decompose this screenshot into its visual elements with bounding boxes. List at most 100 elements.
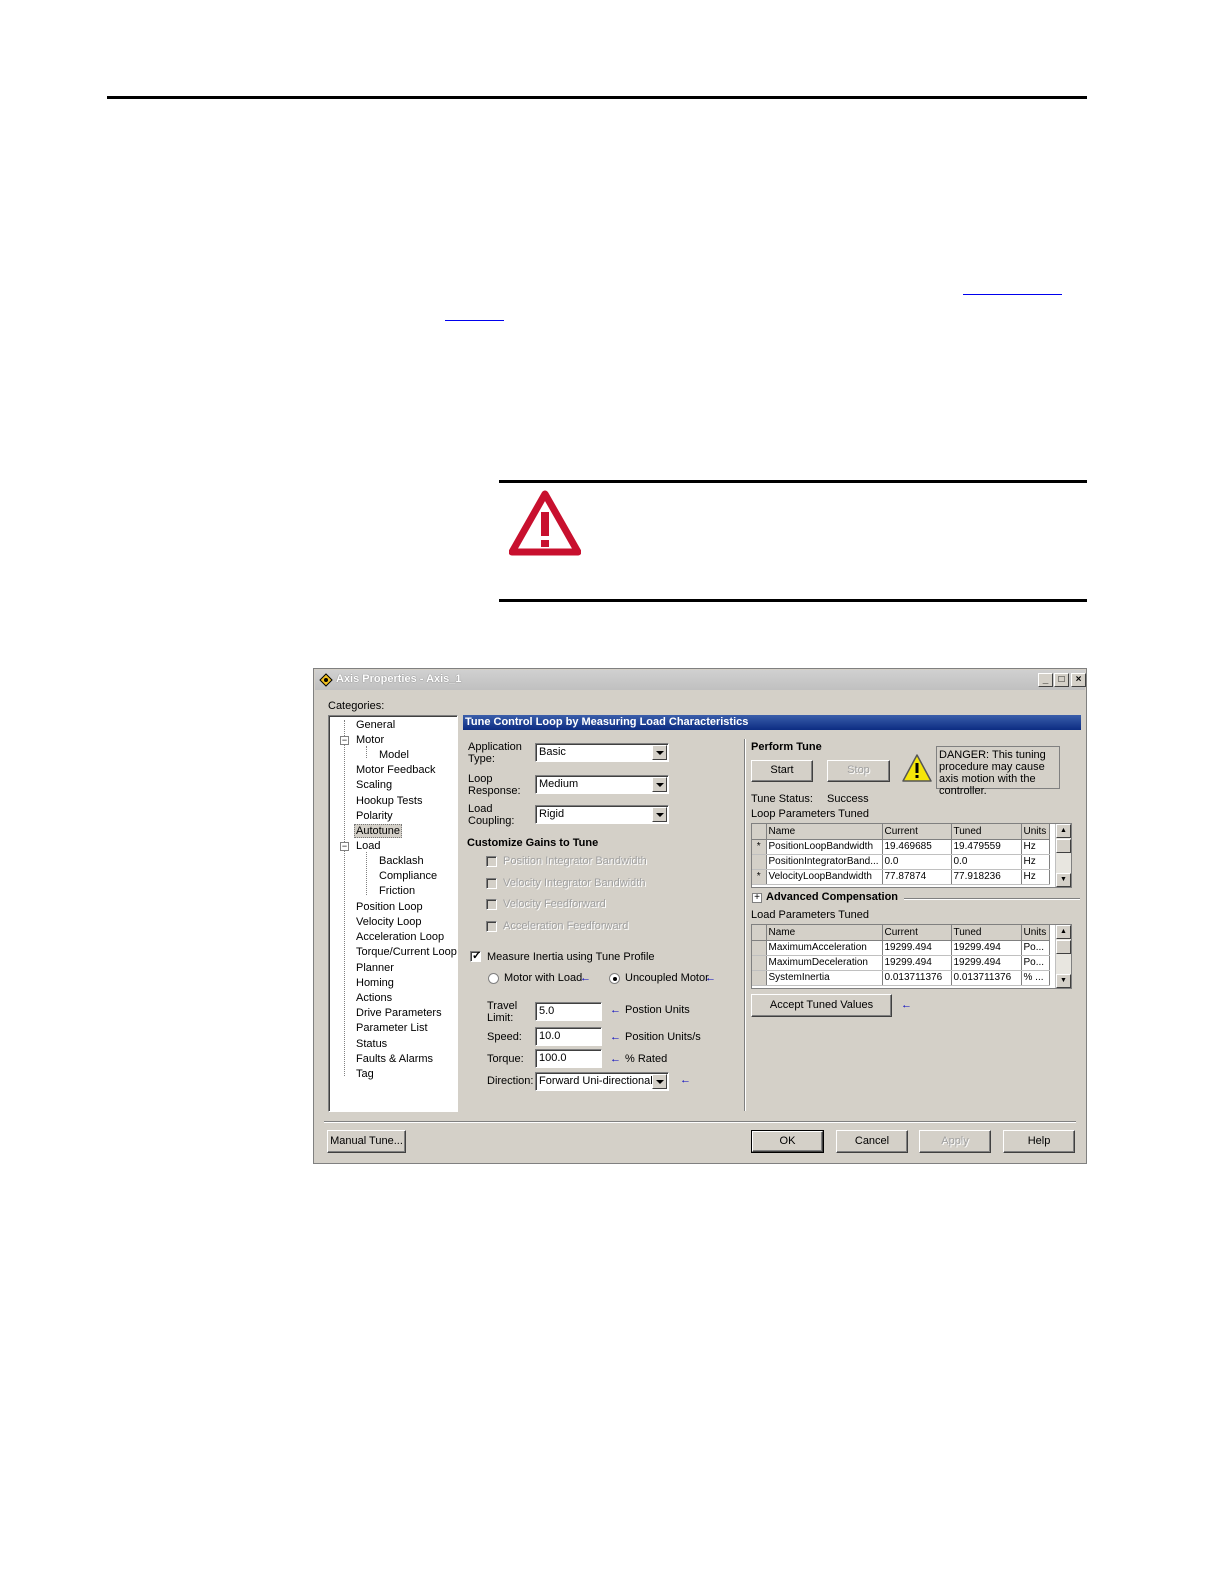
tree-item-polarity[interactable]: Polarity xyxy=(356,810,393,822)
scroll-up-icon[interactable]: ▲ xyxy=(1056,925,1071,939)
categories-tree[interactable]: − − General Motor Model Motor Feedback S… xyxy=(328,715,458,1112)
tree-item-acceleration-loop[interactable]: Acceleration Loop xyxy=(356,931,444,943)
tree-item-friction[interactable]: Friction xyxy=(379,885,415,897)
row-mark xyxy=(752,970,767,986)
loop-params-scrollbar[interactable]: ▲ ▼ xyxy=(1055,824,1071,887)
speed-value: 10.0 xyxy=(539,1030,561,1042)
manual-tune-button[interactable]: Manual Tune... xyxy=(327,1130,406,1153)
motor-with-load-label[interactable]: Motor with Load xyxy=(504,972,582,984)
scroll-up-icon[interactable]: ▲ xyxy=(1056,824,1071,838)
scroll-thumb[interactable] xyxy=(1056,940,1071,954)
tree-item-torque-current-loop[interactable]: Torque/Current Loop xyxy=(356,946,457,958)
help-button[interactable]: Help xyxy=(1003,1130,1075,1153)
collapse-motor-icon[interactable]: − xyxy=(340,736,349,745)
arrow-left-icon: ← xyxy=(610,1031,621,1043)
uncoupled-motor-label[interactable]: Uncoupled Motor xyxy=(625,972,709,984)
tree-item-load[interactable]: Load xyxy=(356,840,380,852)
apply-button[interactable]: Apply xyxy=(919,1130,991,1153)
table-row[interactable]: SystemInertia 0.013711376 0.013711376 % … xyxy=(752,970,1050,986)
tree-item-hookup-tests[interactable]: Hookup Tests xyxy=(356,795,422,807)
chevron-down-icon[interactable] xyxy=(652,807,667,822)
hyperlink-underline[interactable] xyxy=(963,294,1062,295)
uncoupled-motor-radio[interactable] xyxy=(609,973,620,984)
tree-item-model[interactable]: Model xyxy=(379,749,409,761)
column-header-units[interactable]: Units xyxy=(1021,925,1050,941)
tree-item-actions[interactable]: Actions xyxy=(356,992,392,1004)
tree-guide xyxy=(366,746,367,758)
footer-separator xyxy=(324,1121,1076,1123)
table-row[interactable]: PositionIntegratorBand... 0.0 0.0 Hz xyxy=(752,854,1050,870)
row-mark: * xyxy=(752,869,767,885)
tree-item-velocity-loop[interactable]: Velocity Loop xyxy=(356,916,421,928)
attention-rule-top xyxy=(499,480,1087,483)
tree-item-parameter-list[interactable]: Parameter List xyxy=(356,1022,428,1034)
hyperlink-underline[interactable] xyxy=(445,320,504,321)
loop-response-select[interactable]: Medium xyxy=(535,775,669,794)
tree-item-planner[interactable]: Planner xyxy=(356,962,394,974)
scroll-thumb[interactable] xyxy=(1056,839,1071,853)
expand-advanced-icon[interactable]: + xyxy=(752,893,762,903)
collapse-load-icon[interactable]: − xyxy=(340,842,349,851)
maximize-button[interactable]: □ xyxy=(1054,673,1069,687)
ok-button[interactable]: OK xyxy=(751,1130,824,1153)
cell-tuned: 0.013711376 xyxy=(951,970,1022,986)
application-type-select[interactable]: Basic xyxy=(535,743,669,762)
tree-item-scaling[interactable]: Scaling xyxy=(356,779,392,791)
minimize-button[interactable]: _ xyxy=(1038,673,1053,687)
table-row[interactable]: * PositionLoopBandwidth 19.469685 19.479… xyxy=(752,839,1050,855)
scroll-down-icon[interactable]: ▼ xyxy=(1056,974,1071,988)
column-header-current[interactable]: Current xyxy=(882,824,952,840)
tree-item-motor[interactable]: Motor xyxy=(356,734,384,746)
cell-units: Po... xyxy=(1021,940,1050,956)
loop-response-value: Medium xyxy=(539,778,579,790)
tree-item-compliance[interactable]: Compliance xyxy=(379,870,437,882)
load-params-scrollbar[interactable]: ▲ ▼ xyxy=(1055,925,1071,988)
stop-button[interactable]: Stop xyxy=(827,760,890,782)
column-header-units[interactable]: Units xyxy=(1021,824,1050,840)
column-header-name[interactable]: Name xyxy=(766,925,883,941)
column-header-current[interactable]: Current xyxy=(882,925,952,941)
close-button[interactable]: × xyxy=(1071,673,1086,687)
tree-item-position-loop[interactable]: Position Loop xyxy=(356,901,423,913)
speed-input[interactable]: 10.0 xyxy=(535,1027,602,1046)
loop-params-table[interactable]: Name Current Tuned Units * PositionLoopB… xyxy=(751,823,1072,888)
chevron-down-icon[interactable] xyxy=(652,777,667,792)
advanced-compensation-heading[interactable]: Advanced Compensation xyxy=(766,891,898,903)
motor-with-load-radio[interactable] xyxy=(488,973,499,984)
title-bar[interactable]: Axis Properties - Axis_1 _ □ × xyxy=(315,670,1086,690)
measure-inertia-label[interactable]: Measure Inertia using Tune Profile xyxy=(487,951,655,963)
tree-item-drive-parameters[interactable]: Drive Parameters xyxy=(356,1007,442,1019)
column-header-name[interactable]: Name xyxy=(766,824,883,840)
chevron-down-icon[interactable] xyxy=(652,745,667,760)
torque-input[interactable]: 100.0 xyxy=(535,1049,602,1068)
loop-params-heading: Loop Parameters Tuned xyxy=(751,808,870,820)
accept-tuned-values-button[interactable]: Accept Tuned Values xyxy=(751,994,892,1017)
direction-select[interactable]: Forward Uni-directional xyxy=(535,1072,669,1091)
table-row[interactable]: MaximumAcceleration 19299.494 19299.494 … xyxy=(752,940,1050,956)
travel-limit-input[interactable]: 5.0 xyxy=(535,1002,602,1021)
table-row[interactable]: MaximumDeceleration 19299.494 19299.494 … xyxy=(752,955,1050,971)
torque-value: 100.0 xyxy=(539,1052,567,1064)
tree-item-general[interactable]: General xyxy=(356,719,395,731)
cancel-button[interactable]: Cancel xyxy=(836,1130,908,1153)
chevron-down-icon[interactable] xyxy=(652,1074,667,1089)
scroll-down-icon[interactable]: ▼ xyxy=(1056,873,1071,887)
load-coupling-select[interactable]: Rigid xyxy=(535,805,669,824)
position-integrator-label: Position Integrator Bandwidth xyxy=(503,855,647,867)
tree-item-status[interactable]: Status xyxy=(356,1038,387,1050)
load-params-table[interactable]: Name Current Tuned Units MaximumAccelera… xyxy=(751,924,1072,989)
travel-limit-units: Postion Units xyxy=(625,1004,690,1016)
start-button[interactable]: Start xyxy=(751,760,813,782)
tree-item-autotune[interactable]: Autotune xyxy=(354,824,403,838)
cell-current: 0.013711376 xyxy=(882,970,952,986)
tree-item-homing[interactable]: Homing xyxy=(356,977,394,989)
column-header-tuned[interactable]: Tuned xyxy=(951,824,1022,840)
tree-item-tag[interactable]: Tag xyxy=(356,1068,374,1080)
tree-item-faults-alarms[interactable]: Faults & Alarms xyxy=(356,1053,433,1065)
measure-inertia-checkbox[interactable]: ✓ xyxy=(470,950,481,962)
column-header-tuned[interactable]: Tuned xyxy=(951,925,1022,941)
table-row[interactable]: * VelocityLoopBandwidth 77.87874 77.9182… xyxy=(752,869,1050,885)
tree-item-backlash[interactable]: Backlash xyxy=(379,855,424,867)
tree-item-motor-feedback[interactable]: Motor Feedback xyxy=(356,764,435,776)
arrow-left-icon: ← xyxy=(680,1074,691,1086)
